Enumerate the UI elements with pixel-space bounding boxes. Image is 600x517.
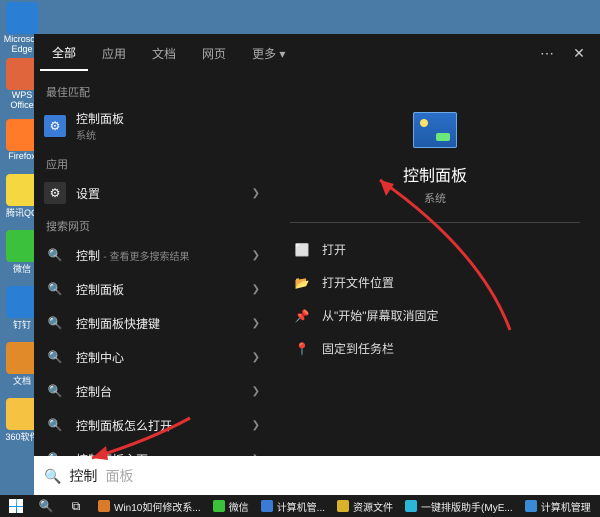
search-icon: 🔍 <box>44 380 66 402</box>
chevron-right-icon: ❯ <box>252 284 260 295</box>
task-view-icon[interactable]: ⧉ <box>62 496 90 516</box>
web-result-item[interactable]: 🔍控制面板快捷键❯ <box>34 306 270 340</box>
taskbar-app-icon <box>525 500 537 512</box>
web-result-item[interactable]: 🔍控制 - 查看更多搜索结果❯ <box>34 238 270 272</box>
section-best-match: 最佳匹配 <box>34 76 270 104</box>
result-detail-pane: 控制面板 系统 ⬜打开📂打开文件位置📌从"开始"屏幕取消固定📍固定到任务栏 <box>270 72 600 456</box>
best-match-item[interactable]: ⚙ 控制面板 系统 <box>34 104 270 148</box>
taskbar-item[interactable]: 微信 <box>207 496 255 516</box>
web-result-item[interactable]: 🔍控制面板怎么打开❯ <box>34 408 270 442</box>
best-match-subtitle: 系统 <box>76 127 124 142</box>
start-button[interactable] <box>2 496 30 516</box>
chevron-right-icon: ❯ <box>252 250 260 261</box>
tab-apps[interactable]: 应用 <box>90 37 138 70</box>
action-icon: 📂 <box>294 276 310 290</box>
detail-action-item[interactable]: ⬜打开 <box>290 233 580 266</box>
search-icon: 🔍 <box>44 346 66 368</box>
chevron-right-icon: ❯ <box>252 386 260 397</box>
search-icon: 🔍 <box>44 312 66 334</box>
tab-web[interactable]: 网页 <box>190 37 238 70</box>
app-result-item[interactable]: ⚙设置❯ <box>34 176 270 210</box>
tab-all[interactable]: 全部 <box>40 36 88 71</box>
control-panel-icon: ⚙ <box>44 115 66 137</box>
detail-action-item[interactable]: 📌从"开始"屏幕取消固定 <box>290 299 580 332</box>
taskbar-app-icon <box>261 500 273 512</box>
start-search-panel: 全部 应用 文档 网页 更多 ▾ ⋯ ✕ 最佳匹配 ⚙ 控制面板 系统 应用 ⚙… <box>34 34 600 496</box>
search-icon: 🔍 <box>44 448 66 456</box>
search-icon: 🔍 <box>44 468 61 485</box>
search-tabs: 全部 应用 文档 网页 更多 ▾ ⋯ ✕ <box>34 34 600 72</box>
action-icon: ⬜ <box>294 243 310 257</box>
web-result-item[interactable]: 🔍控制面板主页❯ <box>34 442 270 456</box>
search-icon: 🔍 <box>44 414 66 436</box>
search-placeholder: 面板 <box>105 466 133 486</box>
detail-actions: ⬜打开📂打开文件位置📌从"开始"屏幕取消固定📍固定到任务栏 <box>290 223 580 375</box>
detail-title: 控制面板 <box>403 162 467 186</box>
chevron-right-icon: ❯ <box>252 318 260 329</box>
results-list: 最佳匹配 ⚙ 控制面板 系统 应用 ⚙设置❯ 搜索网页 🔍控制 - 查看更多搜索… <box>34 72 270 456</box>
taskbar-item[interactable]: 计算机管理 <box>519 496 597 516</box>
detail-action-item[interactable]: 📍固定到任务栏 <box>290 332 580 365</box>
taskbar: 🔍 ⧉ Win10如何修改系...微信计算机管...资源文件一键排版助手(MyE… <box>0 495 600 517</box>
chevron-right-icon: ❯ <box>252 352 260 363</box>
tab-docs[interactable]: 文档 <box>140 37 188 70</box>
search-icon: 🔍 <box>44 244 66 266</box>
close-icon[interactable]: ✕ <box>564 38 594 68</box>
section-apps: 应用 <box>34 148 270 176</box>
web-result-item[interactable]: 🔍控制中心❯ <box>34 340 270 374</box>
chevron-right-icon: ❯ <box>252 454 260 457</box>
taskbar-item[interactable]: 计算机管... <box>255 496 331 516</box>
search-typed: 控制 <box>69 466 97 486</box>
search-icon: 🔍 <box>44 278 66 300</box>
best-match-title: 控制面板 <box>76 110 124 127</box>
taskbar-search-icon[interactable]: 🔍 <box>32 496 60 516</box>
control-panel-large-icon <box>413 112 457 148</box>
taskbar-app-icon <box>405 500 417 512</box>
taskbar-app-icon <box>337 500 349 512</box>
action-icon: 📌 <box>294 309 310 323</box>
section-web: 搜索网页 <box>34 210 270 238</box>
tab-more[interactable]: 更多 ▾ <box>240 37 297 70</box>
chevron-right-icon: ❯ <box>252 188 260 199</box>
taskbar-app-icon <box>98 500 110 512</box>
taskbar-item[interactable]: Win10如何修改系... <box>92 496 207 516</box>
more-options-icon[interactable]: ⋯ <box>532 38 562 68</box>
web-result-item[interactable]: 🔍控制台❯ <box>34 374 270 408</box>
taskbar-item[interactable]: 资源文件 <box>331 496 399 516</box>
gear-icon: ⚙ <box>44 182 66 204</box>
search-bar[interactable]: 🔍 控制面板 <box>34 456 600 496</box>
detail-subtitle: 系统 <box>424 190 446 206</box>
detail-action-item[interactable]: 📂打开文件位置 <box>290 266 580 299</box>
chevron-right-icon: ❯ <box>252 420 260 431</box>
action-icon: 📍 <box>294 342 310 356</box>
taskbar-app-icon <box>213 500 225 512</box>
web-result-item[interactable]: 🔍控制面板❯ <box>34 272 270 306</box>
taskbar-item[interactable]: 一键排版助手(MyE... <box>399 496 519 516</box>
